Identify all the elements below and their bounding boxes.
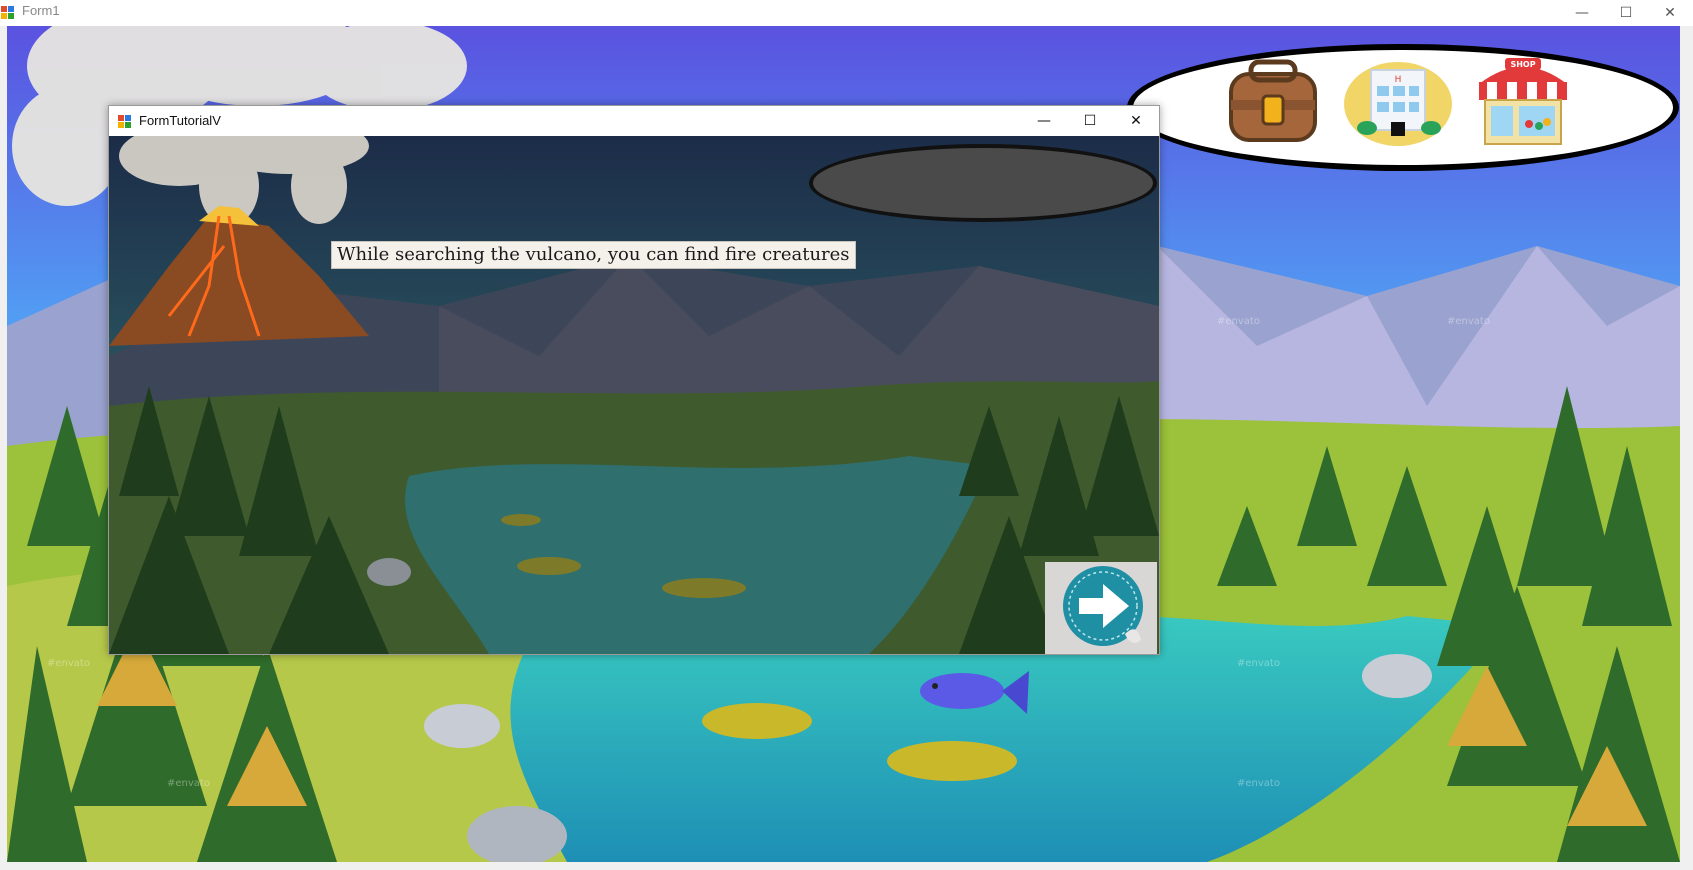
- shop-icon[interactable]: SHOP: [1473, 54, 1573, 150]
- tutorial-window: FormTutorialV — ☐ ✕ While searching the …: [108, 105, 1160, 655]
- watermark: #envato: [1237, 778, 1280, 789]
- maximize-button[interactable]: ☐: [1604, 0, 1648, 26]
- minimize-button[interactable]: —: [1022, 106, 1066, 136]
- watermark: #envato: [1217, 316, 1260, 327]
- minimize-button[interactable]: —: [1560, 0, 1604, 26]
- app-icon: [118, 115, 131, 128]
- svg-text:H: H: [1395, 75, 1402, 85]
- close-button[interactable]: ✕: [1114, 106, 1158, 136]
- maximize-button[interactable]: ☐: [1068, 106, 1112, 136]
- toolbar: H SHOP: [1127, 44, 1679, 171]
- main-window-titlebar: Form1 — ☐ ✕: [0, 0, 1693, 26]
- watermark: #envato: [47, 658, 90, 669]
- tutorial-window-title: FormTutorialV: [139, 113, 221, 128]
- next-button[interactable]: [1045, 562, 1157, 654]
- tutorial-window-titlebar: FormTutorialV — ☐ ✕: [109, 106, 1159, 136]
- shop-sign: SHOP: [1510, 60, 1535, 69]
- main-window-title: Form1: [22, 3, 60, 18]
- watermark: #envato: [1447, 316, 1490, 327]
- backpack-icon[interactable]: [1223, 56, 1323, 146]
- tutorial-scene: While searching the vulcano, you can fin…: [109, 136, 1159, 654]
- close-button[interactable]: ✕: [1648, 0, 1692, 26]
- arrow-right-icon: [1063, 566, 1143, 646]
- watermark: #envato: [167, 778, 210, 789]
- watermark: #envato: [1237, 658, 1280, 669]
- app-icon: [1, 6, 14, 19]
- tutorial-message: While searching the vulcano, you can fin…: [331, 241, 856, 269]
- hospital-icon[interactable]: H: [1343, 56, 1453, 148]
- status-panel: [809, 144, 1157, 222]
